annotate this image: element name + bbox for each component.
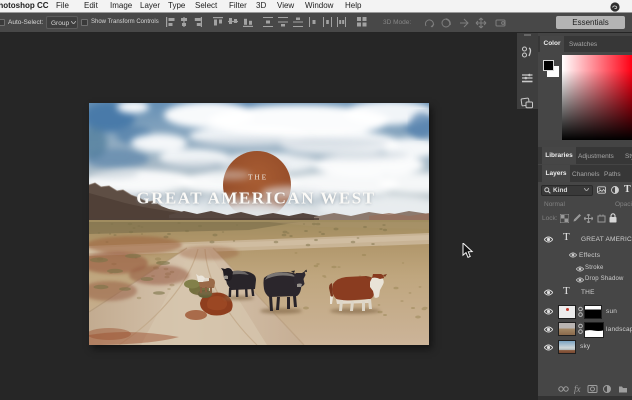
svg-text:THE: THE: [248, 173, 268, 182]
svg-text:fx: fx: [574, 384, 581, 394]
svg-text:GREAT AMERICAN WEST: GREAT AMERICAN WEST: [136, 189, 375, 208]
